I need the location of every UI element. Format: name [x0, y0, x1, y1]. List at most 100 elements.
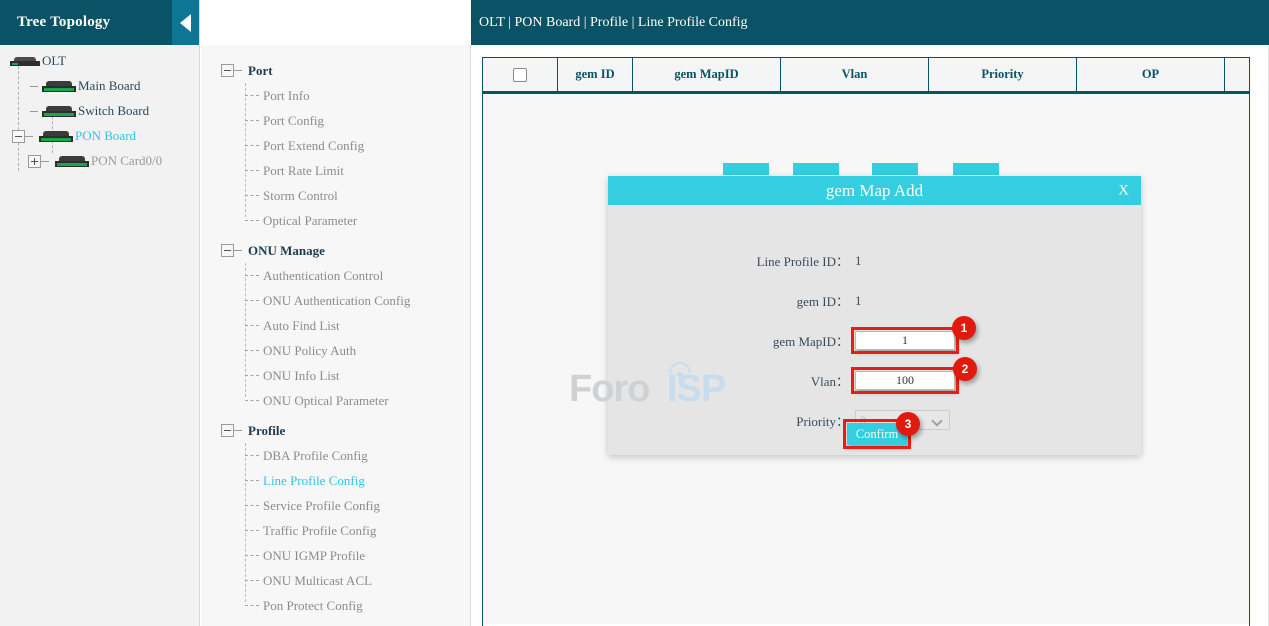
collapse-group-icon[interactable]	[221, 244, 234, 257]
tree-node-olt[interactable]: OLT	[0, 50, 199, 72]
tree-node-label: Main Board	[78, 78, 140, 94]
tree-branch-dash	[25, 136, 33, 137]
table-header-priority[interactable]: Priority	[929, 58, 1077, 91]
nav-item-label: Authentication Control	[263, 268, 383, 284]
toolbar-button-2[interactable]	[793, 163, 839, 175]
nav-item-label: Optical Parameter	[263, 213, 357, 229]
nav-group-label: Profile	[248, 423, 285, 439]
vlan-input[interactable]	[855, 371, 955, 390]
field-vlan-row: Vlan：	[608, 371, 1141, 390]
table-header-gem-mapid[interactable]: gem MapID	[633, 58, 781, 91]
sidebar-item-pon-protect-config[interactable]: Pon Protect Config	[201, 593, 470, 618]
table-header-vlan[interactable]: Vlan	[781, 58, 929, 91]
nav-branch-dash	[234, 430, 242, 431]
nav-group-label: ONU Manage	[248, 243, 325, 259]
nav-group-profile[interactable]: Profile	[201, 418, 470, 443]
tree-node-label: PON Board	[75, 128, 136, 144]
tree-node-pon-board[interactable]: PON Board	[0, 125, 199, 147]
line-profile-table-panel: gem ID gem MapID Vlan Priority OP gem Ma…	[482, 57, 1250, 626]
close-icon[interactable]: X	[1118, 182, 1129, 199]
sidebar-item-port-info[interactable]: Port Info	[201, 83, 470, 108]
nav-item-label: Traffic Profile Config	[263, 523, 376, 539]
sidebar-item-onu-authentication-config[interactable]: ONU Authentication Config	[201, 288, 470, 313]
sidebar-item-onu-optical-parameter[interactable]: ONU Optical Parameter	[201, 388, 470, 413]
navigation-menu-panel: Port Port Info Port Config Port Extend C…	[201, 45, 471, 626]
field-label: gem ID：	[608, 291, 855, 310]
nav-branch-dash	[234, 70, 242, 71]
sidebar-item-port-extend-config[interactable]: Port Extend Config	[201, 133, 470, 158]
dialog-title: gem Map Add	[826, 181, 923, 201]
sidebar-item-storm-control[interactable]: Storm Control	[201, 183, 470, 208]
table-header-select-all[interactable]	[483, 58, 558, 91]
gem-mapid-input[interactable]	[855, 331, 955, 350]
annotation-badge-1: 1	[952, 316, 976, 340]
board-device-icon	[42, 81, 76, 92]
nav-item-label: ONU IGMP Profile	[263, 548, 365, 564]
nav-item-label: DBA Profile Config	[263, 448, 368, 464]
sidebar-item-onu-info-list[interactable]: ONU Info List	[201, 363, 470, 388]
breadcrumb-text: OLT | PON Board | Profile | Line Profile…	[471, 15, 748, 31]
tree-topology-title: Tree Topology	[0, 14, 110, 31]
annotation-badge-3: 3	[896, 412, 920, 436]
toolbar-button-3[interactable]	[872, 163, 918, 175]
tree-topology-header: Tree Topology	[0, 0, 199, 45]
tree-node-switch-board[interactable]: Switch Board	[0, 100, 199, 122]
sidebar-item-port-rate-limit[interactable]: Port Rate Limit	[201, 158, 470, 183]
sidebar-item-onu-igmp-profile[interactable]: ONU IGMP Profile	[201, 543, 470, 568]
application-window: Tree Topology OLT	[0, 0, 1269, 626]
board-device-icon	[42, 106, 76, 117]
field-line-profile-id: Line Profile ID： 1	[608, 251, 1141, 270]
tree-node-main-board[interactable]: Main Board	[0, 75, 199, 97]
tree-branch-dash	[30, 111, 38, 112]
nav-group-onu-manage[interactable]: ONU Manage	[201, 238, 470, 263]
table-body: gem Map Add X Foro ISP Line	[483, 94, 1249, 624]
nav-item-label: ONU Policy Auth	[263, 343, 356, 359]
sidebar-item-traffic-profile-config[interactable]: Traffic Profile Config	[201, 518, 470, 543]
field-label: Priority：	[608, 411, 855, 430]
olt-device-icon	[10, 57, 40, 66]
collapse-sidebar-button[interactable]	[172, 0, 199, 45]
sidebar-item-auto-find-list[interactable]: Auto Find List	[201, 313, 470, 338]
tree-topology-body: OLT Main Board Switch Board	[0, 45, 199, 172]
field-label: gem MapID：	[608, 331, 855, 350]
content-area: OLT | PON Board | Profile | Line Profile…	[471, 0, 1269, 626]
nav-item-label: Auto Find List	[263, 318, 340, 334]
tree-node-pon-card[interactable]: PON Card0/0	[0, 150, 199, 172]
toolbar-button-4[interactable]	[953, 163, 999, 175]
sidebar-item-onu-policy-auth[interactable]: ONU Policy Auth	[201, 338, 470, 363]
sidebar-item-service-profile-config[interactable]: Service Profile Config	[201, 493, 470, 518]
sidebar-item-port-config[interactable]: Port Config	[201, 108, 470, 133]
nav-group-port[interactable]: Port	[201, 58, 470, 83]
nav-item-label: Port Config	[263, 113, 324, 129]
nav-item-label: Port Rate Limit	[263, 163, 344, 179]
table-header-gem-id[interactable]: gem ID	[558, 58, 633, 91]
toolbar-button-1[interactable]	[723, 163, 769, 175]
nav-item-label: Line Profile Config	[263, 473, 365, 489]
sidebar-item-authentication-control[interactable]: Authentication Control	[201, 263, 470, 288]
tree-node-label: OLT	[42, 53, 66, 69]
field-value: 1	[855, 253, 862, 269]
nav-item-label: Service Profile Config	[263, 498, 380, 514]
field-value: 1	[855, 293, 862, 309]
checkbox-icon[interactable]	[513, 68, 527, 82]
expand-node-icon[interactable]	[28, 155, 41, 168]
card-device-icon	[55, 156, 89, 167]
tree-branch-dash	[30, 86, 38, 87]
nav-item-label: Pon Protect Config	[263, 598, 363, 614]
sidebar-item-optical-parameter[interactable]: Optical Parameter	[201, 208, 470, 233]
table-header-row: gem ID gem MapID Vlan Priority OP	[483, 58, 1249, 94]
sidebar-item-dba-profile-config[interactable]: DBA Profile Config	[201, 443, 470, 468]
sidebar-item-line-profile-config[interactable]: Line Profile Config	[201, 468, 470, 493]
table-header-spacer	[1225, 58, 1249, 91]
field-gem-mapid-row: gem MapID：	[608, 331, 1141, 350]
tree-node-label: Switch Board	[78, 103, 149, 119]
left-triangle-icon	[180, 14, 191, 32]
collapse-group-icon[interactable]	[221, 64, 234, 77]
collapse-node-icon[interactable]	[12, 130, 25, 143]
field-gem-id: gem ID： 1	[608, 291, 1141, 310]
nav-item-label: Port Info	[263, 88, 310, 104]
nav-branch-dash	[234, 250, 242, 251]
table-header-op[interactable]: OP	[1077, 58, 1225, 91]
collapse-group-icon[interactable]	[221, 424, 234, 437]
sidebar-item-onu-multicast-acl[interactable]: ONU Multicast ACL	[201, 568, 470, 593]
